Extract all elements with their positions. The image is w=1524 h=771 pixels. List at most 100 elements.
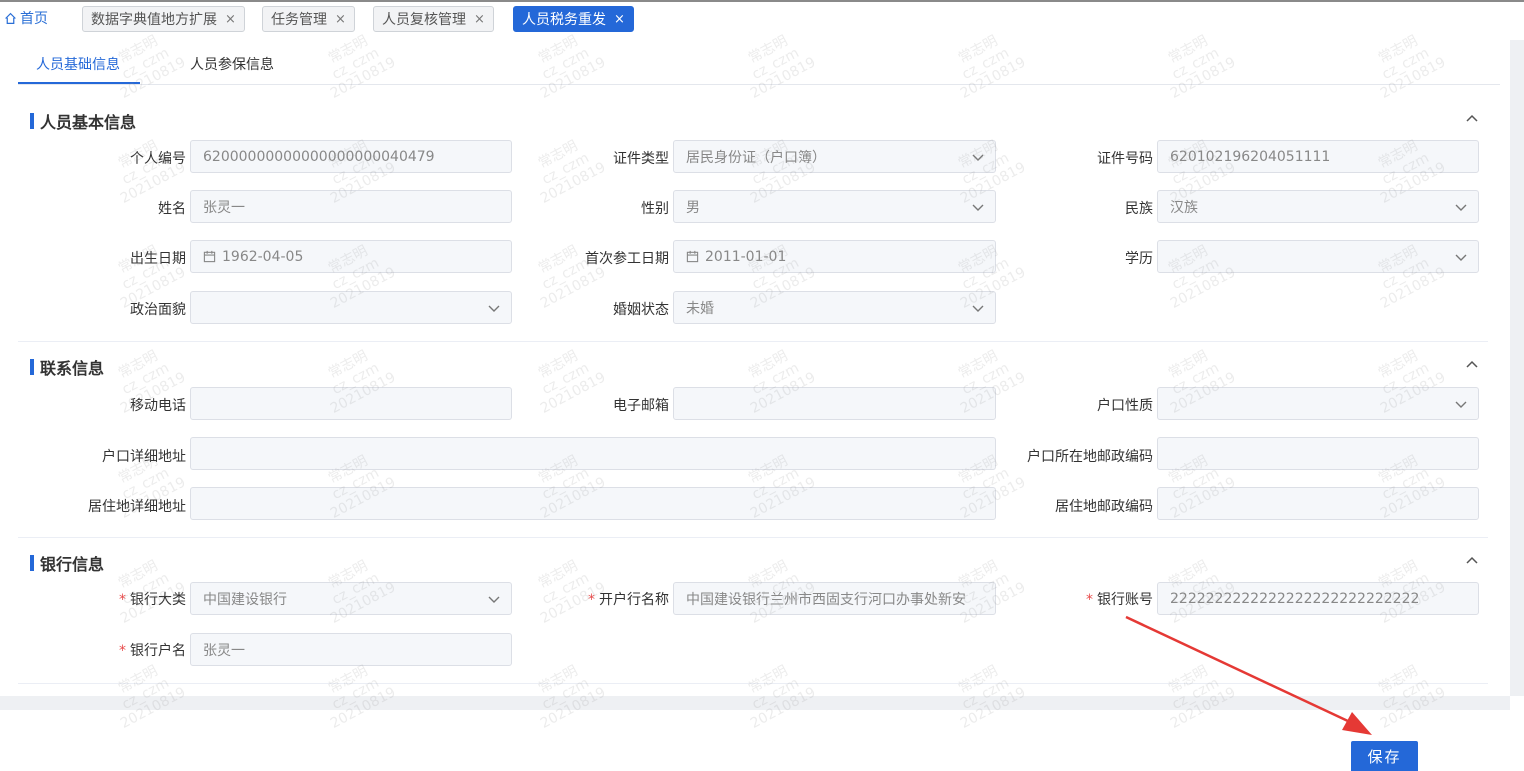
- residence-postcode-input[interactable]: [1157, 487, 1479, 520]
- marital-status-select[interactable]: 未婚: [673, 291, 996, 324]
- bank-category-select[interactable]: 中国建设银行: [190, 582, 512, 615]
- label-hukou-postcode: 户口所在地邮政编码: [1027, 449, 1153, 465]
- page-tab-bar: 首页 数据字典值地方扩展 × 任务管理 × 人员复核管理 × 人员税务重发 ×: [0, 0, 1524, 38]
- field-value: 2011-01-01: [705, 248, 787, 265]
- page-tab-dict-extension[interactable]: 数据字典值地方扩展 ×: [82, 6, 245, 32]
- ethnicity-select[interactable]: 汉族: [1157, 190, 1479, 223]
- chevron-down-icon: [488, 305, 500, 312]
- field-value: 汉族: [1170, 199, 1198, 216]
- section-title-text: 人员基本信息: [40, 113, 137, 132]
- label-hukou-address: 户口详细地址: [102, 449, 186, 465]
- home-tab[interactable]: 首页: [4, 8, 48, 28]
- field-value: 张灵一: [203, 642, 245, 659]
- label-first-work-date: 首次参工日期: [585, 251, 669, 267]
- label-residence-postcode: 居住地邮政编码: [1055, 499, 1153, 515]
- label-gender: 性别: [641, 201, 669, 217]
- collapse-up-icon[interactable]: [1465, 112, 1479, 124]
- field-value: 男: [686, 199, 700, 216]
- collapse-up-icon[interactable]: [1465, 358, 1479, 370]
- mobile-input[interactable]: [190, 387, 512, 420]
- section-title-text: 银行信息: [40, 555, 105, 574]
- label-bank-category: * 银行大类: [60, 589, 186, 609]
- label-text: 银行户名: [130, 643, 186, 659]
- sub-tab-bar: 人员基础信息 人员参保信息: [18, 44, 1500, 85]
- section-divider: [18, 341, 1488, 342]
- field-value: 中国建设银行兰州市西固支行河口办事处新安: [686, 591, 966, 608]
- close-icon[interactable]: ×: [335, 12, 346, 27]
- section-bar: [30, 359, 34, 375]
- chevron-down-icon: [972, 204, 984, 211]
- field-value: 中国建设银行: [203, 591, 287, 608]
- political-status-select[interactable]: [190, 291, 512, 324]
- calendar-icon: [686, 250, 699, 263]
- field-value: 620102196204051111: [1170, 148, 1331, 165]
- label-marital-status: 婚姻状态: [613, 302, 669, 318]
- section-divider: [18, 537, 1488, 538]
- page-tab-person-review[interactable]: 人员复核管理 ×: [373, 6, 494, 32]
- page-tab-label: 人员复核管理: [382, 12, 466, 28]
- section-title-basic: 人员基本信息: [30, 109, 136, 133]
- field-value: 62000000000000000000040479: [203, 148, 435, 165]
- label-name: 姓名: [158, 201, 186, 217]
- label-id-number: 证件号码: [1097, 151, 1153, 167]
- chevron-down-icon: [1455, 254, 1467, 261]
- section-title-text: 联系信息: [40, 359, 105, 378]
- tab-basic-info[interactable]: 人员基础信息: [36, 54, 120, 74]
- page-tab-tax-resend[interactable]: 人员税务重发 ×: [513, 6, 634, 32]
- label-birth-date: 出生日期: [130, 251, 186, 267]
- save-button[interactable]: 保存: [1351, 741, 1418, 771]
- page-tab-label: 人员税务重发: [522, 12, 606, 28]
- section-bar: [30, 113, 34, 129]
- label-id-type: 证件类型: [613, 151, 669, 167]
- label-account-number: * 银行账号: [1020, 589, 1153, 609]
- hukou-postcode-input[interactable]: [1157, 437, 1479, 470]
- label-hukou-type: 户口性质: [1097, 398, 1153, 414]
- page-tab-label: 数据字典值地方扩展: [91, 12, 217, 28]
- tab-insurance-info[interactable]: 人员参保信息: [190, 54, 274, 74]
- chevron-down-icon: [972, 305, 984, 312]
- account-number-input[interactable]: 2222222222222222222222222222: [1157, 582, 1479, 615]
- chevron-down-icon: [488, 596, 500, 603]
- section-title-bank: 银行信息: [30, 551, 104, 575]
- hukou-address-input[interactable]: [190, 437, 996, 470]
- close-icon[interactable]: ×: [474, 12, 485, 27]
- name-input[interactable]: 张灵一: [190, 190, 512, 223]
- close-icon[interactable]: ×: [225, 12, 236, 27]
- required-mark: *: [119, 592, 126, 608]
- id-number-input[interactable]: 620102196204051111: [1157, 140, 1479, 173]
- education-select[interactable]: [1157, 240, 1479, 273]
- first-work-date-picker[interactable]: 2011-01-01: [673, 240, 996, 273]
- close-icon[interactable]: ×: [614, 12, 625, 27]
- id-type-select[interactable]: 居民身份证（户口簿）: [673, 140, 996, 173]
- hukou-type-select[interactable]: [1157, 387, 1479, 420]
- label-political-status: 政治面貌: [130, 302, 186, 318]
- label-personal-id: 个人编号: [130, 151, 186, 167]
- page-tab-label: 任务管理: [271, 12, 327, 28]
- personal-id-input[interactable]: 62000000000000000000040479: [190, 140, 512, 173]
- section-title-contact: 联系信息: [30, 355, 104, 379]
- chevron-down-icon: [1455, 204, 1467, 211]
- collapse-up-icon[interactable]: [1465, 554, 1479, 566]
- page-tab-task-management[interactable]: 任务管理 ×: [262, 6, 355, 32]
- active-tab-indicator: [18, 82, 140, 84]
- home-icon: [5, 12, 16, 24]
- chevron-down-icon: [1455, 401, 1467, 408]
- chevron-down-icon: [972, 154, 984, 161]
- branch-name-input[interactable]: 中国建设银行兰州市西固支行河口办事处新安: [673, 582, 996, 615]
- birth-date-picker[interactable]: 1962-04-05: [190, 240, 512, 273]
- section-divider: [18, 683, 1488, 684]
- label-account-name: * 银行户名: [60, 640, 186, 660]
- field-value: 1962-04-05: [222, 248, 304, 265]
- gender-select[interactable]: 男: [673, 190, 996, 223]
- label-residence-address: 居住地详细地址: [88, 499, 186, 515]
- residence-address-input[interactable]: [190, 487, 996, 520]
- label-education: 学历: [1125, 251, 1153, 267]
- footer-strip: [0, 696, 1510, 710]
- label-text: 开户行名称: [599, 592, 669, 608]
- account-name-input[interactable]: 张灵一: [190, 633, 512, 666]
- field-value: 未婚: [686, 300, 714, 317]
- email-input[interactable]: [673, 387, 996, 420]
- label-email: 电子邮箱: [613, 398, 669, 414]
- required-mark: *: [1086, 592, 1093, 608]
- calendar-icon: [203, 250, 216, 263]
